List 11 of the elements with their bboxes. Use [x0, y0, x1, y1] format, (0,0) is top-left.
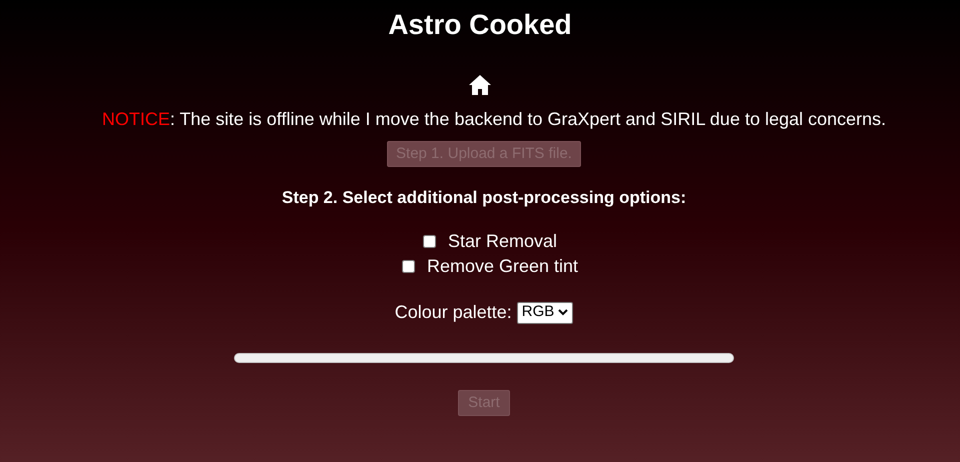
checkbox[interactable] [402, 260, 415, 273]
notice-text: NOTICE: The site is offline while I move the backend to GraXpert and SIRIL due to legal concerns. [102, 108, 886, 130]
checkbox[interactable] [422, 235, 436, 248]
option-label: Star Removal [448, 230, 558, 253]
palette-dropdown[interactable]: RGB [516, 302, 574, 324]
section-heading: Step 2. Select additional post-processing options: [282, 187, 686, 209]
page-title: Astro Cooked [388, 8, 572, 42]
option-label: Remove Green tint [426, 255, 578, 278]
home-icon[interactable] [468, 74, 492, 96]
palette-label: Colour palette: [394, 301, 512, 324]
chevron-icon [558, 309, 568, 316]
